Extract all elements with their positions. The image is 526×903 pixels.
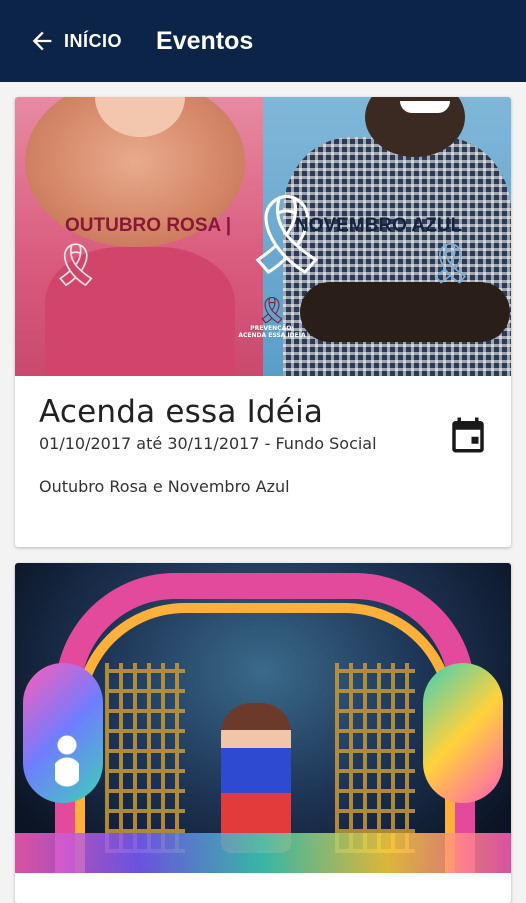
page-title: Eventos xyxy=(156,26,254,55)
event-card[interactable] xyxy=(15,563,511,903)
logo-text-2: ACENDA ESSA IDEIA xyxy=(238,332,306,339)
calendar-icon[interactable] xyxy=(447,414,489,456)
theater-stage-image xyxy=(15,563,511,873)
pink-ribbon-icon: 🎗 xyxy=(49,240,103,289)
back-button[interactable]: INÍCIO xyxy=(28,21,122,61)
banner-right-text: NOVEMBRO AZUL xyxy=(295,215,463,236)
red-ribbon-icon: 🎗 xyxy=(255,296,289,326)
event-banner-image: 🎗 🎗 🎗 OUTUBRO ROSA | NOVEMBRO AZUL 🎗 PRE… xyxy=(15,97,511,376)
arrow-left-icon xyxy=(32,31,52,51)
performer-figure xyxy=(221,703,291,853)
campaign-logo: 🎗 PREVENÇÃO: ACENDA ESSA IDEIA xyxy=(237,297,307,367)
event-card[interactable]: 🎗 🎗 🎗 OUTUBRO ROSA | NOVEMBRO AZUL 🎗 PRE… xyxy=(15,97,511,547)
event-content: Acenda essa Idéia 01/10/2017 até 30/11/2… xyxy=(15,376,511,496)
blue-ribbon-icon: 🎗 xyxy=(425,241,476,287)
app-bar: INÍCIO Eventos xyxy=(0,0,526,82)
logo-text-1: PREVENÇÃO: xyxy=(250,325,294,332)
banner-left-text: OUTUBRO ROSA | xyxy=(65,215,232,236)
event-date-location: 01/10/2017 até 30/11/2017 - Fundo Social xyxy=(39,434,377,453)
event-description: Outubro Rosa e Novembro Azul xyxy=(39,477,290,496)
event-title: Acenda essa Idéia xyxy=(39,394,324,430)
back-label: INÍCIO xyxy=(64,30,123,51)
